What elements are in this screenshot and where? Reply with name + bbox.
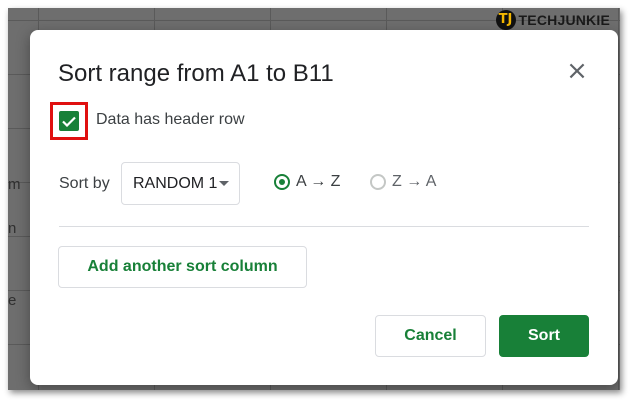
sort-by-label: Sort by xyxy=(59,175,110,192)
screenshot-frame: m n e TJ TECHJUNKIE Sort range from A1 t… xyxy=(8,8,620,390)
header-row-label: Data has header row xyxy=(96,111,245,128)
dialog-title: Sort range from A1 to B11 xyxy=(58,60,334,87)
sort-button[interactable]: Sort xyxy=(499,315,589,357)
logo-mark: TJ xyxy=(495,10,516,30)
radio-z-to-a[interactable]: Z → A xyxy=(370,173,436,191)
cell-fragment: m xyxy=(8,176,21,193)
radio-a-to-z-label: A → Z xyxy=(296,173,341,190)
close-icon[interactable]: × xyxy=(566,58,588,84)
radio-z-to-a-label: Z → A xyxy=(392,173,437,190)
logo-text: TECHJUNKIE xyxy=(518,12,610,28)
check-icon xyxy=(62,116,76,127)
chevron-down-icon xyxy=(219,181,229,186)
radio-selected-icon xyxy=(274,174,290,190)
techjunkie-logo: TJ TECHJUNKIE xyxy=(495,10,610,30)
header-checkbox-highlight xyxy=(50,102,88,140)
add-sort-column-button[interactable]: Add another sort column xyxy=(58,246,307,288)
radio-unselected-icon xyxy=(370,174,386,190)
cell-fragment: e xyxy=(8,292,17,309)
divider xyxy=(59,226,589,227)
sort-range-dialog: Sort range from A1 to B11 × Data has hea… xyxy=(30,30,618,385)
sort-column-value: RANDOM 1 xyxy=(133,174,218,192)
cancel-button[interactable]: Cancel xyxy=(375,315,486,357)
header-row-checkbox[interactable] xyxy=(59,111,79,131)
radio-a-to-z[interactable]: A → Z xyxy=(274,173,340,191)
sort-column-select[interactable]: RANDOM 1 xyxy=(121,162,240,205)
cell-fragment: n xyxy=(8,220,17,237)
